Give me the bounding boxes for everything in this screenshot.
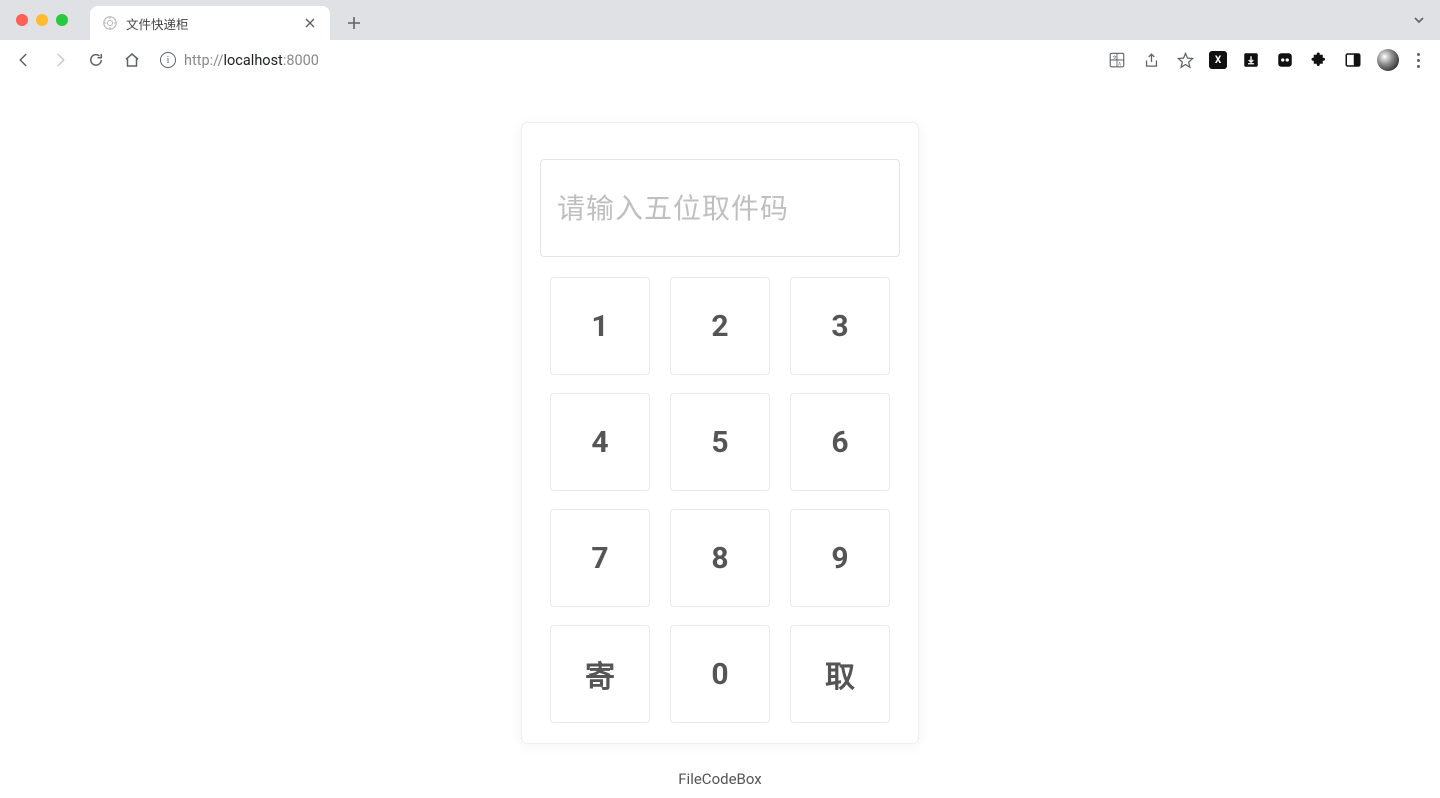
browser-menu-button[interactable] xyxy=(1413,53,1424,68)
address-bar[interactable]: i http://localhost:8000 xyxy=(154,52,1099,69)
tab-title: 文件快递柜 xyxy=(126,14,294,33)
extension-dots-icon[interactable] xyxy=(1275,50,1295,70)
pickup-code-input[interactable] xyxy=(540,159,900,257)
sidepanel-icon[interactable] xyxy=(1343,50,1363,70)
site-info-icon[interactable]: i xyxy=(160,52,176,68)
home-button[interactable] xyxy=(118,46,146,74)
browser-tab[interactable]: 文件快递柜 xyxy=(90,6,330,40)
url-prefix: http:// xyxy=(184,52,224,69)
toolbar-actions: 文A X xyxy=(1107,49,1430,71)
footer-label: FileCodeBox xyxy=(678,770,761,788)
window-minimize-button[interactable] xyxy=(36,14,48,26)
key-7[interactable]: 7 xyxy=(550,509,650,607)
favicon-icon xyxy=(102,15,118,31)
key-1[interactable]: 1 xyxy=(550,277,650,375)
browser-chrome: 文件快递柜 i http://localhost:8000 xyxy=(0,0,1440,80)
tab-strip: 文件快递柜 xyxy=(0,0,1440,40)
keypad-card: 1 2 3 4 5 6 7 8 9 寄 0 取 xyxy=(521,122,919,744)
bookmark-star-icon[interactable] xyxy=(1175,50,1195,70)
extension-x-icon[interactable]: X xyxy=(1209,51,1227,69)
window-maximize-button[interactable] xyxy=(56,14,68,26)
key-send[interactable]: 寄 xyxy=(550,625,650,723)
key-9[interactable]: 9 xyxy=(790,509,890,607)
keypad: 1 2 3 4 5 6 7 8 9 寄 0 取 xyxy=(540,277,900,725)
reload-button[interactable] xyxy=(82,46,110,74)
translate-icon[interactable]: 文A xyxy=(1107,50,1127,70)
page-content: 1 2 3 4 5 6 7 8 9 寄 0 取 FileCodeBox xyxy=(0,80,1440,798)
browser-toolbar: i http://localhost:8000 文A X xyxy=(0,40,1440,80)
share-icon[interactable] xyxy=(1141,50,1161,70)
key-2[interactable]: 2 xyxy=(670,277,770,375)
url-text: http://localhost:8000 xyxy=(184,52,319,69)
profile-avatar[interactable] xyxy=(1377,49,1399,71)
key-pickup[interactable]: 取 xyxy=(790,625,890,723)
url-host: localhost xyxy=(224,52,283,69)
key-5[interactable]: 5 xyxy=(670,393,770,491)
key-0[interactable]: 0 xyxy=(670,625,770,723)
window-controls xyxy=(16,14,68,26)
download-icon[interactable] xyxy=(1241,50,1261,70)
key-4[interactable]: 4 xyxy=(550,393,650,491)
tabs-dropdown-button[interactable] xyxy=(1412,12,1426,31)
new-tab-button[interactable] xyxy=(340,9,368,37)
key-3[interactable]: 3 xyxy=(790,277,890,375)
forward-button[interactable] xyxy=(46,46,74,74)
svg-text:A: A xyxy=(1118,61,1121,67)
window-close-button[interactable] xyxy=(16,14,28,26)
key-6[interactable]: 6 xyxy=(790,393,890,491)
extensions-puzzle-icon[interactable] xyxy=(1309,50,1329,70)
key-8[interactable]: 8 xyxy=(670,509,770,607)
url-port: :8000 xyxy=(283,52,319,69)
tab-close-button[interactable] xyxy=(302,15,318,31)
back-button[interactable] xyxy=(10,46,38,74)
